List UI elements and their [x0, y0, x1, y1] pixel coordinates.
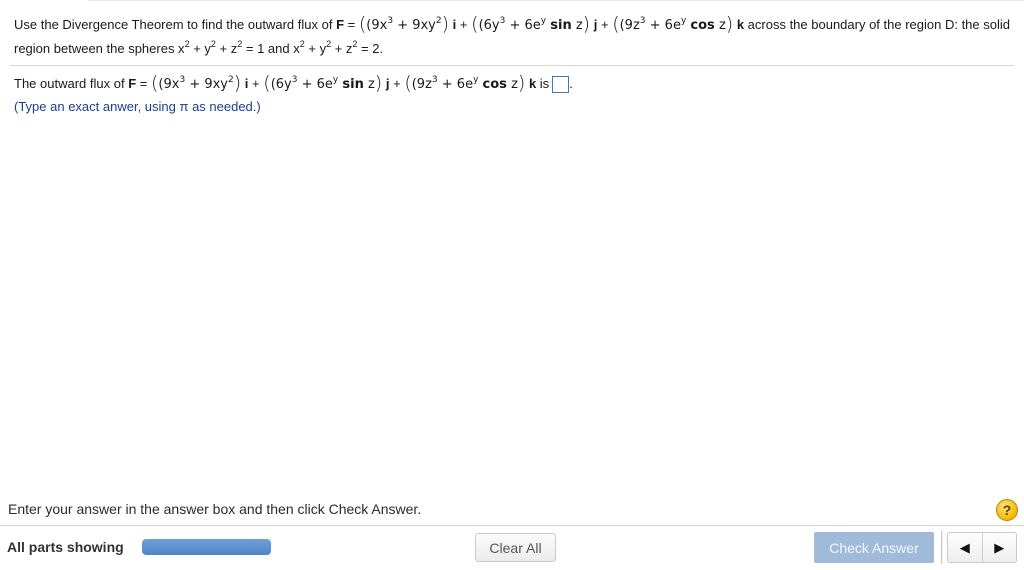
answer-is: is: [539, 76, 550, 91]
k-argument: z: [511, 77, 518, 92]
question-nav: ◀ ▶: [947, 532, 1017, 563]
problem-tail: across the boundary of the region D: the…: [747, 17, 1010, 32]
problem-line-2: region between the spheres x2 + y2 + z2 …: [14, 37, 1014, 60]
unit-k: k: [736, 17, 745, 32]
answer-input[interactable]: [552, 76, 570, 93]
k-term-2: + 6e: [437, 77, 474, 92]
progress-fill: [142, 539, 271, 555]
check-answer-button[interactable]: Check Answer: [814, 532, 934, 563]
k-term-2: + 6e: [645, 18, 681, 33]
field-label: F: [128, 76, 137, 91]
exp-sq: 2: [237, 38, 243, 49]
j-component: ((6y3 + 6ey sin z): [471, 13, 591, 35]
triangle-right-icon: ▶: [994, 539, 1005, 555]
i-term-2: + 9xy: [185, 77, 229, 92]
k-function: cos: [690, 18, 715, 33]
question-icon: ?: [1002, 502, 1012, 518]
answer-section: The outward flux of F = ((9x3 + 9xy2) i …: [14, 73, 1014, 118]
instruction-text: Enter your answer in the answer box and …: [8, 501, 422, 517]
unit-i: i: [452, 17, 457, 32]
k-term-1: (9z: [619, 18, 640, 33]
i-exp-2: 2: [228, 74, 234, 85]
j-term-2: + 6e: [297, 77, 333, 92]
j-exp-1: 3: [291, 74, 298, 85]
exp-sq: 2: [184, 38, 190, 49]
sphere-term: + y: [189, 41, 211, 56]
sphere-eq-1: = 1 and x: [242, 41, 300, 56]
i-exp-1: 3: [179, 74, 186, 85]
problem-intro: Use the Divergence Theorem to find the o…: [14, 17, 333, 32]
k-argument: z: [718, 18, 726, 33]
sphere-eq-2: = 2.: [357, 41, 384, 56]
k-term-1: (9z: [411, 77, 432, 92]
previous-button[interactable]: ◀: [948, 533, 982, 562]
plus-sign: +: [393, 76, 401, 91]
exp-sq: 2: [326, 38, 332, 49]
j-function: sin: [342, 77, 364, 92]
clear-all-button[interactable]: Clear All: [475, 533, 556, 562]
j-term-2: + 6e: [505, 18, 541, 33]
j-argument: z: [367, 77, 375, 92]
k-function: cos: [482, 77, 507, 92]
region-text: region between the spheres x: [14, 41, 185, 56]
section-divider: [10, 65, 1014, 66]
k-exp-1: 3: [431, 74, 438, 85]
answer-line: The outward flux of F = ((9x3 + 9xy2) i …: [14, 73, 1014, 96]
unit-k: k: [528, 76, 537, 91]
exp-sq: 2: [210, 38, 216, 49]
help-button[interactable]: ?: [996, 499, 1018, 521]
k-component: ((9z3 + 6ey cos z): [612, 13, 734, 35]
k-component: ((9z3 + 6ey cos z): [404, 72, 526, 94]
answer-hint: (Type an exact anwer, using π as needed.…: [14, 99, 261, 114]
i-term-2: + 9xy: [393, 18, 436, 33]
plus-sign: +: [600, 17, 609, 32]
top-rule: [88, 0, 1024, 1]
parts-label: All parts showing: [7, 539, 124, 555]
exp-sq: 2: [352, 38, 358, 49]
j-function: sin: [550, 18, 572, 33]
unit-i: i: [244, 76, 249, 91]
field-label: F: [336, 17, 345, 32]
i-exp-1: 3: [387, 15, 394, 26]
i-exp-2: 2: [435, 15, 442, 26]
footer-divider: [0, 525, 1024, 526]
answer-prefix: The outward flux of: [14, 76, 125, 91]
k-exp-2: y: [473, 74, 479, 85]
unit-j: j: [593, 17, 598, 32]
sphere-term: + y: [304, 41, 327, 56]
j-exp-2: y: [332, 74, 339, 85]
progress-bar: [142, 539, 271, 555]
next-button[interactable]: ▶: [981, 533, 1017, 562]
j-component: ((6y3 + 6ey sin z): [263, 72, 383, 94]
unit-j: j: [385, 76, 390, 91]
problem-line-1: Use the Divergence Theorem to find the o…: [14, 13, 1014, 37]
i-term-1: (9x: [366, 18, 388, 33]
i-term-1: (9x: [158, 77, 180, 92]
i-component: ((9x3 + 9xy2): [358, 13, 450, 35]
problem-statement: Use the Divergence Theorem to find the o…: [14, 13, 1014, 60]
sphere-term: + z: [215, 41, 238, 56]
j-exp-1: 3: [499, 15, 506, 26]
j-argument: z: [575, 18, 583, 33]
answer-period: .: [569, 76, 573, 91]
equals-sign: =: [139, 76, 148, 91]
k-exp-2: y: [680, 15, 687, 26]
triangle-left-icon: ◀: [959, 539, 970, 555]
plus-sign: +: [459, 17, 468, 32]
j-exp-2: y: [540, 15, 547, 26]
exp-sq: 2: [299, 38, 305, 49]
j-term-1: (6y: [270, 77, 292, 92]
j-term-1: (6y: [478, 18, 500, 33]
equals-sign: =: [347, 17, 356, 32]
sphere-term: + z: [331, 41, 353, 56]
i-component: ((9x3 + 9xy2): [150, 72, 242, 94]
nav-separator: [941, 531, 943, 564]
plus-sign: +: [252, 76, 260, 91]
k-exp-1: 3: [639, 15, 646, 26]
